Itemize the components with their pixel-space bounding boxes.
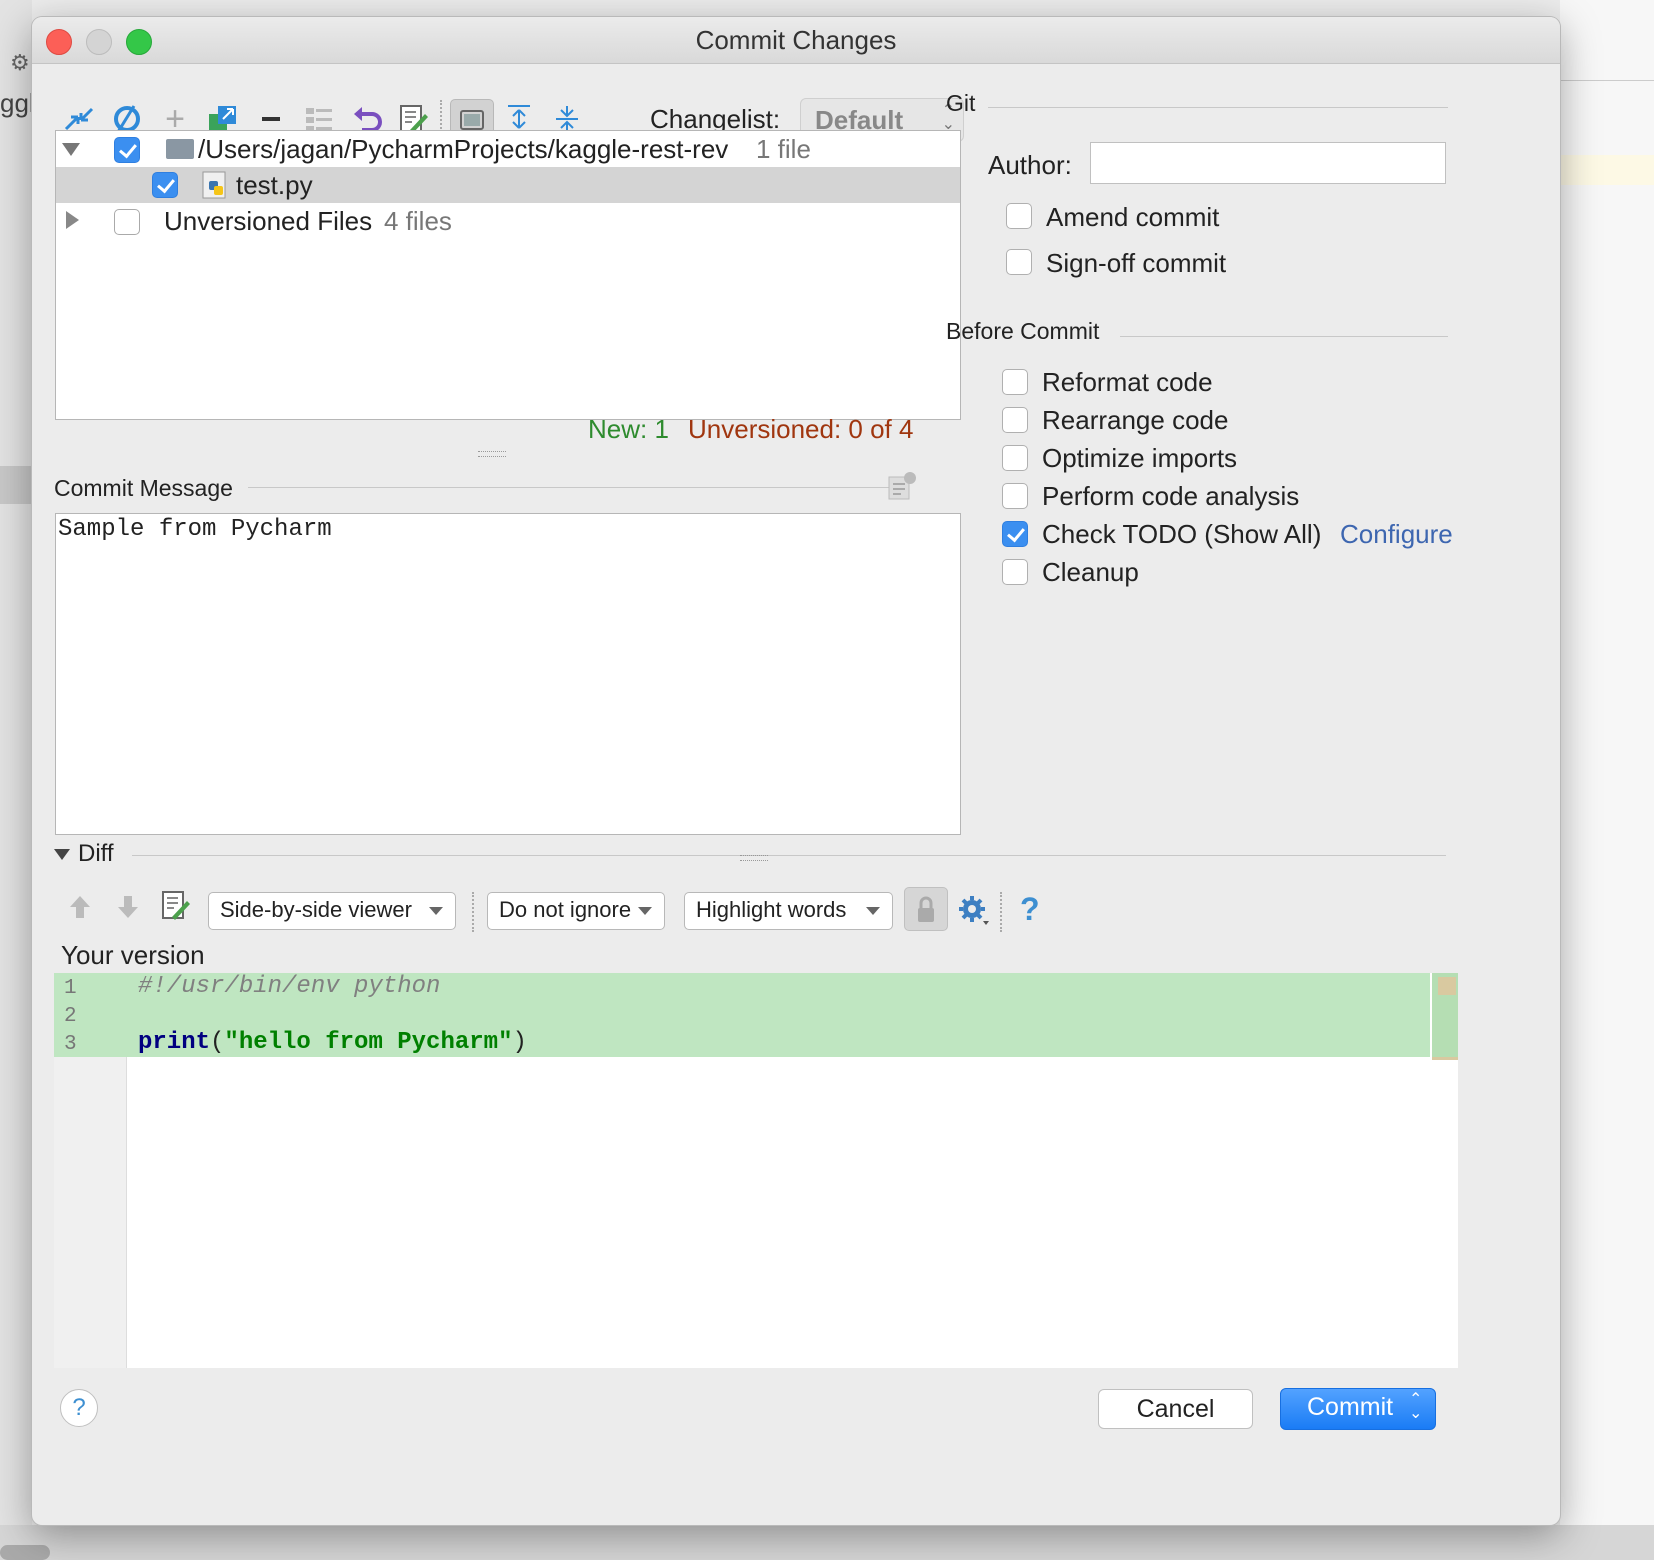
tree-unversioned-row[interactable]: Unversioned Files 4 files	[60, 203, 956, 239]
folder-icon	[166, 139, 194, 159]
separator-line	[988, 107, 1448, 108]
gear-icon: ⚙	[10, 50, 30, 75]
commit-button[interactable]: Commit ⌃ ⌄	[1280, 1388, 1436, 1430]
analysis-label: Perform code analysis	[1042, 481, 1300, 511]
todo-label: Check TODO (Show All)	[1042, 519, 1322, 549]
prev-diff-icon[interactable]	[66, 892, 94, 927]
unversioned-label: Unversioned Files	[164, 206, 373, 236]
analysis-checkbox[interactable]	[1002, 483, 1028, 509]
code-string: "hello from Pycharm"	[224, 1029, 513, 1056]
window-title: Commit Changes	[695, 25, 897, 55]
status-unversioned: Unversioned: 0 of 4	[688, 414, 914, 444]
background-selection	[0, 466, 32, 504]
highlight-select[interactable]: Highlight words	[684, 892, 893, 930]
cleanup-checkbox[interactable]	[1002, 559, 1028, 585]
tree-root-row[interactable]: /Users/jagan/PycharmProjects/kaggle-rest…	[60, 131, 956, 167]
lock-icon[interactable]	[904, 887, 948, 931]
reformat-checkbox[interactable]	[1002, 369, 1028, 395]
code-line-3: print("hello from Pycharm")	[138, 1029, 527, 1057]
tree-file-row[interactable]: test.py	[56, 167, 960, 203]
rearrange-label: Rearrange code	[1042, 405, 1229, 435]
background-text: ggl	[0, 88, 35, 118]
your-version-label: Your version	[61, 940, 205, 970]
background-ide-right	[1560, 0, 1654, 1560]
before-commit-label: Before Commit	[946, 318, 1100, 344]
git-label: Git	[946, 90, 976, 116]
collapsed-arrow-icon[interactable]	[66, 211, 79, 229]
author-label: Author:	[988, 150, 1072, 180]
separator-line	[132, 855, 1446, 856]
signoff-label: Sign-off commit	[1046, 248, 1227, 278]
code-line-1: #!/usr/bin/env python	[138, 973, 441, 1000]
line-number-3: 3	[64, 1033, 77, 1056]
optimize-checkbox[interactable]	[1002, 445, 1028, 471]
commit-history-icon[interactable]	[886, 471, 916, 506]
error-stripe-marker	[1438, 977, 1456, 995]
changes-tree: /Users/jagan/PycharmProjects/kaggle-rest…	[55, 130, 961, 420]
background-ide-left: ⚙ ggl	[0, 0, 35, 1560]
python-file-icon	[202, 171, 230, 206]
commit-button-label: Commit	[1307, 1393, 1394, 1421]
line-number-1: 1	[64, 977, 77, 1000]
background-ide-bottom	[0, 1525, 1654, 1560]
root-path: /Users/jagan/PycharmProjects/kaggle-rest…	[198, 134, 729, 164]
updown-chevron-icon: ⌃ ⌄	[1409, 1391, 1423, 1422]
unversioned-checkbox[interactable]	[114, 209, 140, 235]
configure-link[interactable]: Configure	[1340, 519, 1453, 550]
viewer-select[interactable]: Side-by-side viewer	[208, 892, 456, 930]
next-diff-icon[interactable]	[114, 892, 142, 927]
code-keyword: print	[138, 1029, 211, 1056]
diff-label: Diff	[78, 840, 114, 867]
ignore-select[interactable]: Do not ignore	[487, 892, 665, 930]
signoff-checkbox[interactable]	[1006, 249, 1032, 275]
unversioned-count: 4 files	[384, 206, 452, 236]
code-paren: )	[512, 1029, 527, 1056]
help-button[interactable]: ?	[60, 1389, 98, 1427]
commit-message-label: Commit Message	[54, 475, 233, 501]
file-name: test.py	[236, 170, 313, 200]
settings-gear-icon[interactable]	[957, 894, 991, 933]
splitter-handle[interactable]	[740, 855, 768, 861]
separator-line	[248, 487, 902, 488]
amend-checkbox[interactable]	[1006, 203, 1032, 229]
root-count: 1 file	[756, 134, 811, 164]
todo-checkbox[interactable]	[1002, 521, 1028, 547]
diff-help-icon[interactable]: ?	[1020, 891, 1040, 928]
rearrange-checkbox[interactable]	[1002, 407, 1028, 433]
toolbar-separator	[472, 892, 475, 932]
edit-source-icon[interactable]	[160, 889, 192, 928]
separator-line	[1120, 336, 1448, 337]
diff-toggle-icon[interactable]	[54, 849, 70, 860]
status-new: New: 1	[588, 414, 669, 444]
expand-arrow-icon[interactable]	[62, 143, 80, 156]
toolbar-separator	[1000, 892, 1003, 932]
line-number-2: 2	[64, 1005, 77, 1028]
commit-dialog: Commit Changes + Changelist: Default ⌃⌄	[32, 17, 1560, 1525]
root-checkbox[interactable]	[114, 137, 140, 163]
author-input[interactable]	[1090, 142, 1446, 184]
splitter-handle[interactable]	[478, 451, 506, 457]
diff-editor[interactable]: 1 2 3 #!/usr/bin/env python print("hello…	[54, 973, 1458, 1368]
cancel-button[interactable]: Cancel	[1098, 1389, 1253, 1429]
cleanup-label: Cleanup	[1042, 557, 1139, 587]
commit-message-text: Sample from Pycharm	[58, 516, 332, 543]
commit-message-input[interactable]: Sample from Pycharm	[55, 513, 961, 835]
file-checkbox[interactable]	[152, 172, 178, 198]
reformat-label: Reformat code	[1042, 367, 1213, 397]
title-bar: Commit Changes	[32, 17, 1560, 64]
optimize-label: Optimize imports	[1042, 443, 1238, 473]
amend-label: Amend commit	[1046, 202, 1220, 232]
code-paren: (	[210, 1029, 225, 1056]
